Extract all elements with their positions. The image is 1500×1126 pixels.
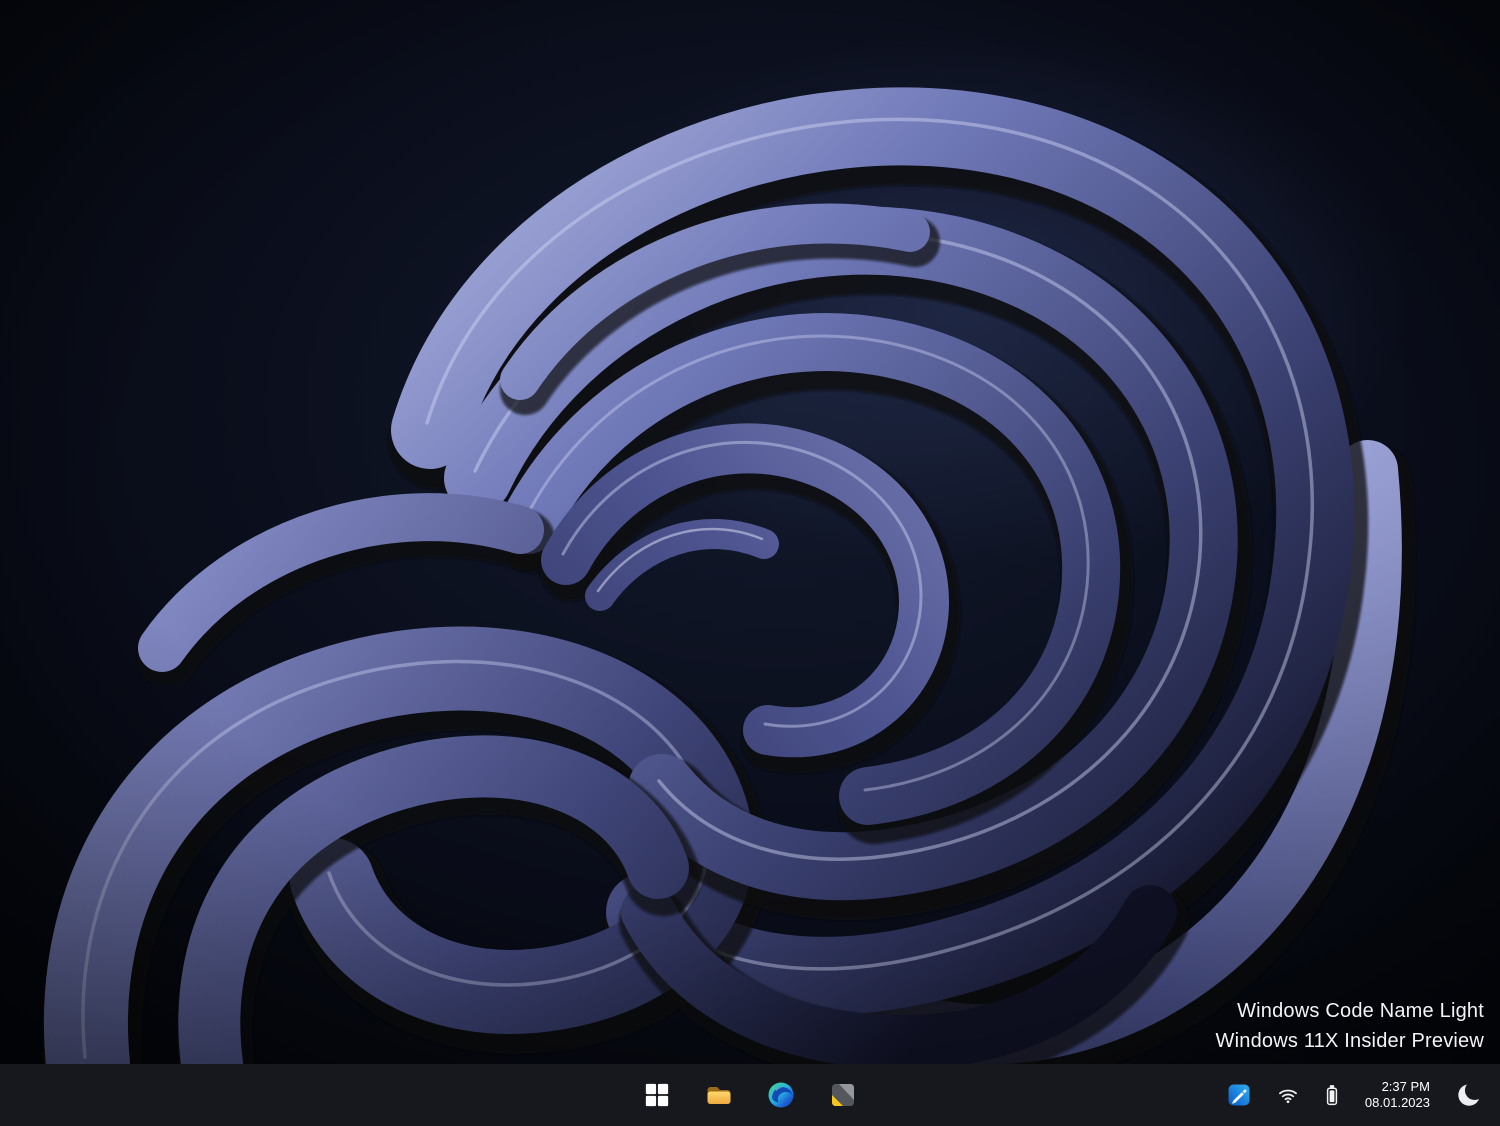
file-explorer-icon	[705, 1081, 733, 1109]
tray-time: 2:37 PM	[1365, 1079, 1430, 1095]
desktop[interactable]: Windows Code Name Light Windows 11X Insi…	[0, 0, 1500, 1064]
ink-pen-icon	[1227, 1083, 1251, 1107]
notes-app-icon	[830, 1082, 856, 1108]
night-mode-button[interactable]	[1450, 1075, 1490, 1115]
taskbar-center-icons	[635, 1064, 865, 1126]
taskbar: 2:37 PM 08.01.2023	[0, 1064, 1500, 1126]
wallpaper-bloom	[0, 0, 1500, 1064]
edge-browser-icon	[767, 1081, 795, 1109]
watermark-line1: Windows Code Name Light	[1216, 996, 1484, 1026]
night-mode-moon-icon	[1456, 1081, 1484, 1109]
windows-start-icon	[644, 1082, 670, 1108]
battery-button[interactable]	[1319, 1078, 1345, 1112]
clock[interactable]: 2:37 PM 08.01.2023	[1359, 1075, 1436, 1115]
file-explorer-button[interactable]	[697, 1073, 741, 1117]
edge-browser-button[interactable]	[759, 1073, 803, 1117]
start-button[interactable]	[635, 1073, 679, 1117]
insider-watermark: Windows Code Name Light Windows 11X Insi…	[1216, 996, 1484, 1056]
system-tray: 2:37 PM 08.01.2023	[1221, 1064, 1490, 1126]
notes-app-button[interactable]	[821, 1073, 865, 1117]
wifi-button[interactable]	[1271, 1078, 1305, 1112]
ink-pen-app-button[interactable]	[1221, 1077, 1257, 1113]
battery-icon	[1325, 1084, 1339, 1106]
wifi-icon	[1277, 1084, 1299, 1106]
tray-date: 08.01.2023	[1365, 1095, 1430, 1111]
watermark-line2: Windows 11X Insider Preview	[1216, 1026, 1484, 1056]
